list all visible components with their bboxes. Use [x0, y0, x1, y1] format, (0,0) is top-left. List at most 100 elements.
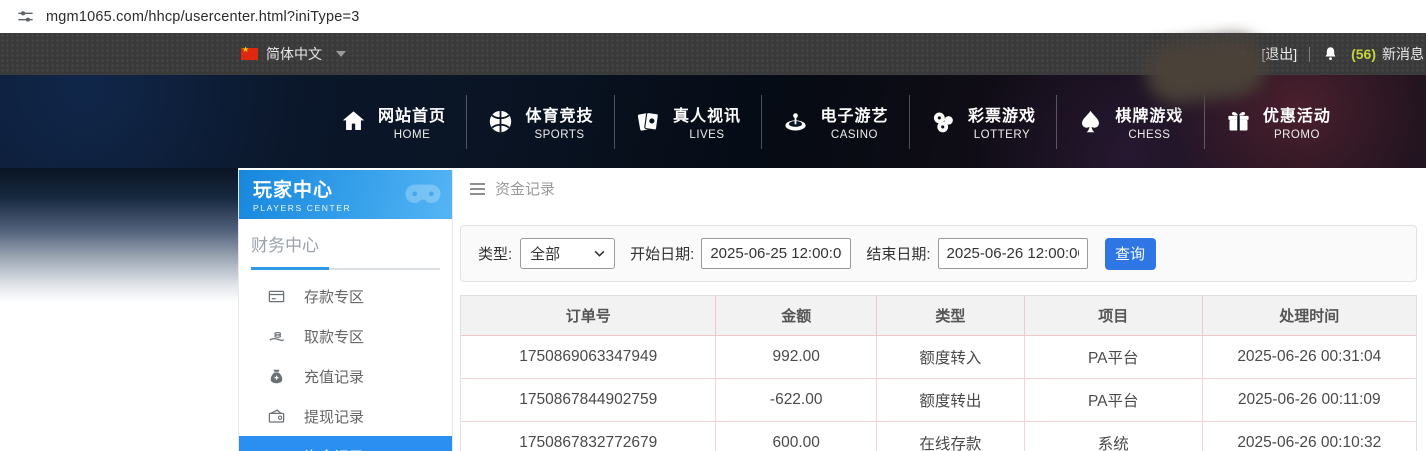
chevron-right-icon: ›	[433, 448, 439, 451]
nav-label-zh: 真人视讯	[672, 108, 741, 125]
banner-fade-backdrop	[0, 168, 238, 303]
end-date-label: 结束日期:	[866, 246, 931, 263]
page: mgm1065.com/hhcp/usercenter.html?iniType…	[0, 0, 1426, 451]
sidebar-section: 财务中心	[239, 219, 452, 270]
nav-item-home[interactable]: 网站首页 HOME	[340, 102, 446, 141]
sidebar-item-label: 存款专区	[304, 288, 365, 306]
sidebar-item-label: 取款专区	[304, 328, 365, 346]
filter-bar: 类型: 全部 开始日期: 结束日期: 查询	[460, 225, 1417, 282]
site-settings-icon[interactable]	[16, 7, 35, 26]
cell-type: 在线存款	[875, 421, 1025, 451]
money-bag-icon	[270, 369, 283, 383]
end-date-input[interactable]	[937, 238, 1088, 269]
message-label[interactable]: 新消息	[1382, 44, 1424, 64]
language-label: 简体中文	[266, 46, 322, 62]
bell-icon[interactable]	[1322, 45, 1339, 63]
withdraw-hand-icon	[269, 331, 285, 341]
nav-item-promo[interactable]: 优惠活动 PROMO	[1225, 102, 1331, 141]
cell-time: 2025-06-26 00:11:09	[1201, 378, 1416, 422]
nav-label-zh: 电子游艺	[820, 108, 889, 125]
banknotes-icon	[271, 450, 285, 451]
cell-amount: 600.00	[715, 421, 877, 451]
cell-amount: 992.00	[715, 335, 877, 379]
cell-project: PA平台	[1023, 335, 1203, 379]
sidebar: 玩家中心 PLAYERS CENTER 财务中心 存款专区 取款专区 充值记录 …	[238, 170, 453, 451]
section-divider	[251, 267, 440, 270]
nav-label-zh: 彩票游戏	[967, 108, 1036, 125]
nav-label-zh: 优惠活动	[1262, 108, 1331, 125]
query-button[interactable]: 查询	[1104, 237, 1156, 270]
nav-label-en: CASINO	[830, 129, 878, 141]
cell-project: 系统	[1023, 421, 1203, 451]
sidebar-header: 玩家中心 PLAYERS CENTER	[239, 170, 452, 219]
nav-divider	[1056, 94, 1058, 149]
breadcrumb: 资金记录	[470, 178, 555, 199]
type-select-value: 全部	[530, 246, 561, 263]
col-header-time: 处理时间	[1201, 296, 1416, 336]
cell-order-no: 1750867844902759	[461, 378, 716, 422]
cell-amount: -622.00	[715, 378, 877, 422]
basketball-icon	[490, 110, 512, 133]
gamepad-icon	[405, 184, 441, 203]
nav-item-casino[interactable]: 电子游艺 CASINO	[782, 102, 888, 141]
browser-url-bar[interactable]: mgm1065.com/hhcp/usercenter.html?iniType…	[0, 0, 1426, 33]
table-header-row: 订单号 金额 类型 项目 处理时间	[461, 296, 1416, 336]
table-row: 1750867832772679 600.00 在线存款 系统 2025-06-…	[461, 421, 1416, 451]
start-date-label: 开始日期:	[630, 246, 695, 263]
sidebar-item-recharge-records[interactable]: 充值记录	[239, 356, 452, 396]
nav-label-en: HOME	[393, 129, 431, 141]
nav-label-en: PROMO	[1273, 129, 1320, 141]
url-text[interactable]: mgm1065.com/hhcp/usercenter.html?iniType…	[46, 9, 359, 25]
hamburger-icon	[470, 182, 485, 195]
playing-cards-icon	[637, 111, 659, 131]
cell-type: 额度转出	[875, 378, 1025, 422]
fund-records-table: 订单号 金额 类型 项目 处理时间 1750869063347949 992.0…	[460, 295, 1417, 451]
nav-label-zh: 棋牌游戏	[1115, 108, 1184, 125]
nav-label-en: LOTTERY	[973, 129, 1031, 141]
section-divider-accent	[251, 267, 329, 270]
cell-order-no: 1750869063347949	[461, 335, 716, 379]
nav-item-chess[interactable]: 棋牌游戏 CHESS	[1077, 102, 1183, 141]
nav-divider	[908, 94, 910, 149]
table-row: 1750869063347949 992.00 额度转入 PA平台 2025-0…	[461, 335, 1416, 379]
sidebar-item-withdraw[interactable]: 取款专区	[239, 316, 452, 356]
cell-order-no: 1750867832772679	[461, 421, 716, 451]
cell-type: 额度转入	[875, 335, 1025, 379]
sidebar-item-deposit[interactable]: 存款专区	[239, 276, 452, 316]
col-header-order-no: 订单号	[461, 296, 716, 336]
breadcrumb-label: 资金记录	[495, 181, 556, 198]
type-select[interactable]: 全部	[520, 238, 616, 269]
roulette-icon	[785, 113, 807, 131]
nav-divider	[1203, 94, 1205, 149]
spade-icon	[1082, 110, 1100, 133]
table-row: 1750867844902759 -622.00 额度转出 PA平台 2025-…	[461, 378, 1416, 422]
sidebar-item-label: 资金记录	[304, 446, 364, 451]
gift-icon	[1228, 112, 1249, 131]
language-selector[interactable]: ★ 简体中文	[241, 44, 346, 64]
nav-divider	[761, 94, 763, 149]
sidebar-section-title: 财务中心	[251, 236, 319, 255]
sidebar-item-withdrawal-records[interactable]: 提现记录	[239, 396, 452, 436]
nav-label-zh: 网站首页	[378, 108, 447, 125]
nav-item-lives[interactable]: 真人视讯 LIVES	[635, 102, 741, 141]
col-header-type: 类型	[875, 296, 1025, 336]
lottery-balls-icon	[933, 112, 953, 133]
china-flag-icon: ★	[241, 45, 258, 60]
nav-label-en: SPORTS	[534, 129, 585, 141]
deposit-card-icon	[268, 290, 285, 302]
nav-label-en: LIVES	[689, 129, 725, 141]
nav-item-sports[interactable]: 体育竞技 SPORTS	[487, 102, 593, 141]
col-header-project: 项目	[1023, 296, 1203, 336]
sidebar-menu: 存款专区 取款专区 充值记录 提现记录	[239, 276, 452, 451]
nav-item-lottery[interactable]: 彩票游戏 LOTTERY	[930, 102, 1036, 141]
chevron-down-icon	[336, 51, 346, 57]
sidebar-item-fund-records[interactable]: 资金记录 ›	[239, 436, 452, 451]
nav-label-zh: 体育竞技	[525, 108, 594, 125]
type-label: 类型:	[478, 246, 513, 263]
col-header-amount: 金额	[715, 296, 877, 336]
cell-project: PA平台	[1023, 378, 1203, 422]
start-date-input[interactable]	[701, 238, 852, 269]
logout-link[interactable]: [退出]	[1261, 44, 1297, 64]
cell-time: 2025-06-26 00:10:32	[1201, 421, 1416, 451]
message-count-badge[interactable]: (56)	[1351, 46, 1376, 62]
